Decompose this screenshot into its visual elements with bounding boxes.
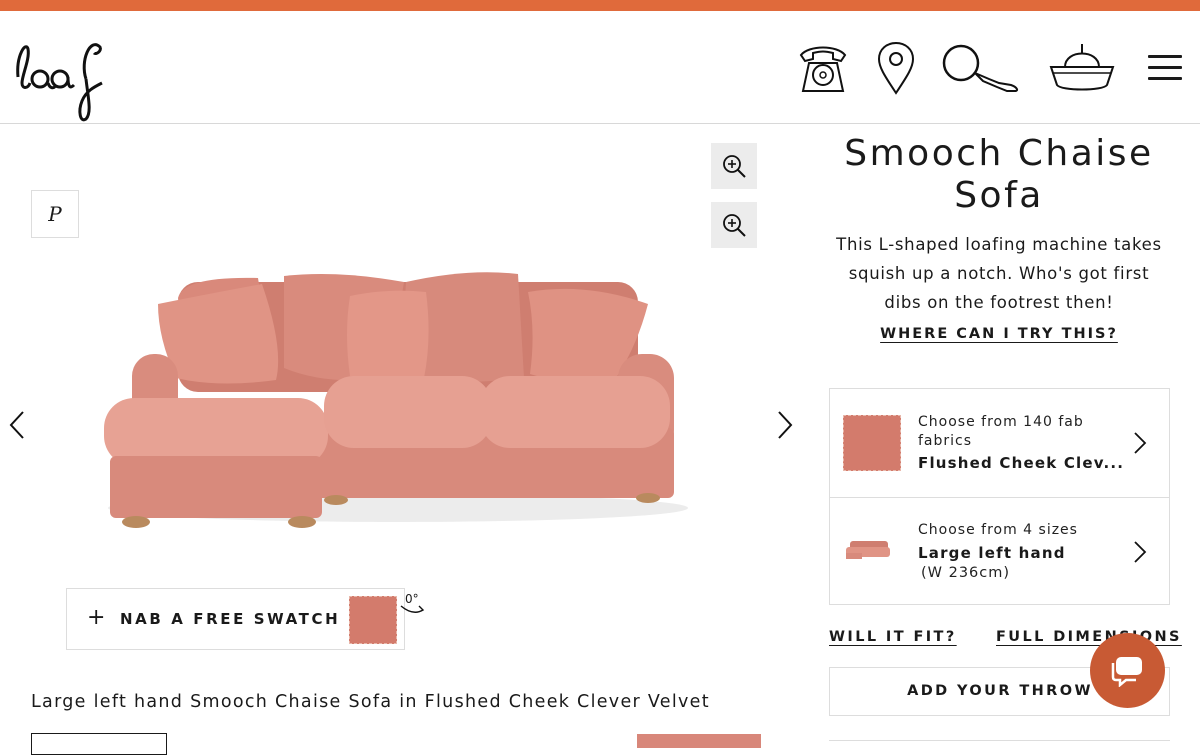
magnifying-glass-icon[interactable] (941, 41, 1023, 97)
chevron-right-icon (1134, 541, 1147, 563)
size-option-prompt: Choose from 4 sizes (918, 522, 1078, 538)
product-description: This L-shaped loafing machine takes squi… (836, 235, 1162, 312)
product-options-panel: Choose from 140 fab fabrics Flushed Chee… (829, 388, 1170, 605)
free-swatch-button[interactable]: + NAB A FREE SWATCH (66, 588, 405, 650)
chat-button[interactable] (1090, 633, 1165, 708)
product-image-sofa (104, 272, 688, 528)
plus-icon: + (87, 605, 106, 630)
size-option-value: Large left hand (918, 544, 1066, 562)
gallery-prev-arrow-icon[interactable] (8, 410, 26, 440)
full-dimensions-link[interactable]: FULL DIMENSIONS (996, 629, 1182, 645)
fabric-swatch-preview (843, 415, 901, 471)
fabric-swatch-thumbnail (349, 596, 397, 644)
fabric-option-prompt: Choose from 140 fab fabrics (918, 414, 1084, 449)
product-title: Smooch Chaise Sofa (844, 133, 1154, 216)
loaf-logo[interactable] (8, 31, 108, 123)
size-option-detail: (W 236cm) (921, 565, 1011, 581)
chat-bubble-icon (1111, 657, 1142, 687)
gallery-secondary-button[interactable] (31, 733, 167, 755)
zoom-in-icon (723, 155, 746, 178)
gallery-next-arrow-icon[interactable] (776, 410, 794, 440)
zoom-in-button[interactable] (711, 143, 757, 189)
basket-icon[interactable] (1047, 41, 1117, 97)
menu-icon[interactable] (1148, 55, 1182, 81)
fabric-option-selector[interactable]: Choose from 140 fab fabrics Flushed Chee… (830, 389, 1169, 498)
zoom-in-button-secondary[interactable] (711, 202, 757, 248)
will-it-fit-link[interactable]: WILL IT FIT? (829, 629, 957, 645)
rotate-arrow-icon (400, 605, 425, 613)
zoom-in-icon (723, 214, 746, 237)
free-swatch-label: NAB A FREE SWATCH (120, 610, 341, 628)
rotate-360-icon[interactable]: 0° (400, 592, 425, 613)
next-section-edge (829, 740, 1170, 751)
site-header: loaf (0, 11, 1200, 124)
pinterest-button[interactable]: P (31, 190, 79, 238)
product-image-caption: Large left hand Smooch Chaise Sofa in Fl… (31, 692, 710, 712)
fabric-option-value: Flushed Cheek Clev... (918, 454, 1125, 472)
chevron-right-icon (1134, 432, 1147, 454)
gallery-thumbnail[interactable] (637, 734, 761, 748)
top-accent-bar (0, 0, 1200, 11)
pinterest-icon: P (48, 202, 62, 226)
size-option-selector[interactable]: Choose from 4 sizes Large left hand (W 2… (830, 497, 1169, 605)
location-pin-icon[interactable] (876, 41, 916, 97)
telephone-icon[interactable] (795, 41, 851, 97)
where-can-i-try-link[interactable]: WHERE CAN I TRY THIS? (829, 326, 1169, 342)
size-sofa-thumbnail (846, 541, 890, 559)
